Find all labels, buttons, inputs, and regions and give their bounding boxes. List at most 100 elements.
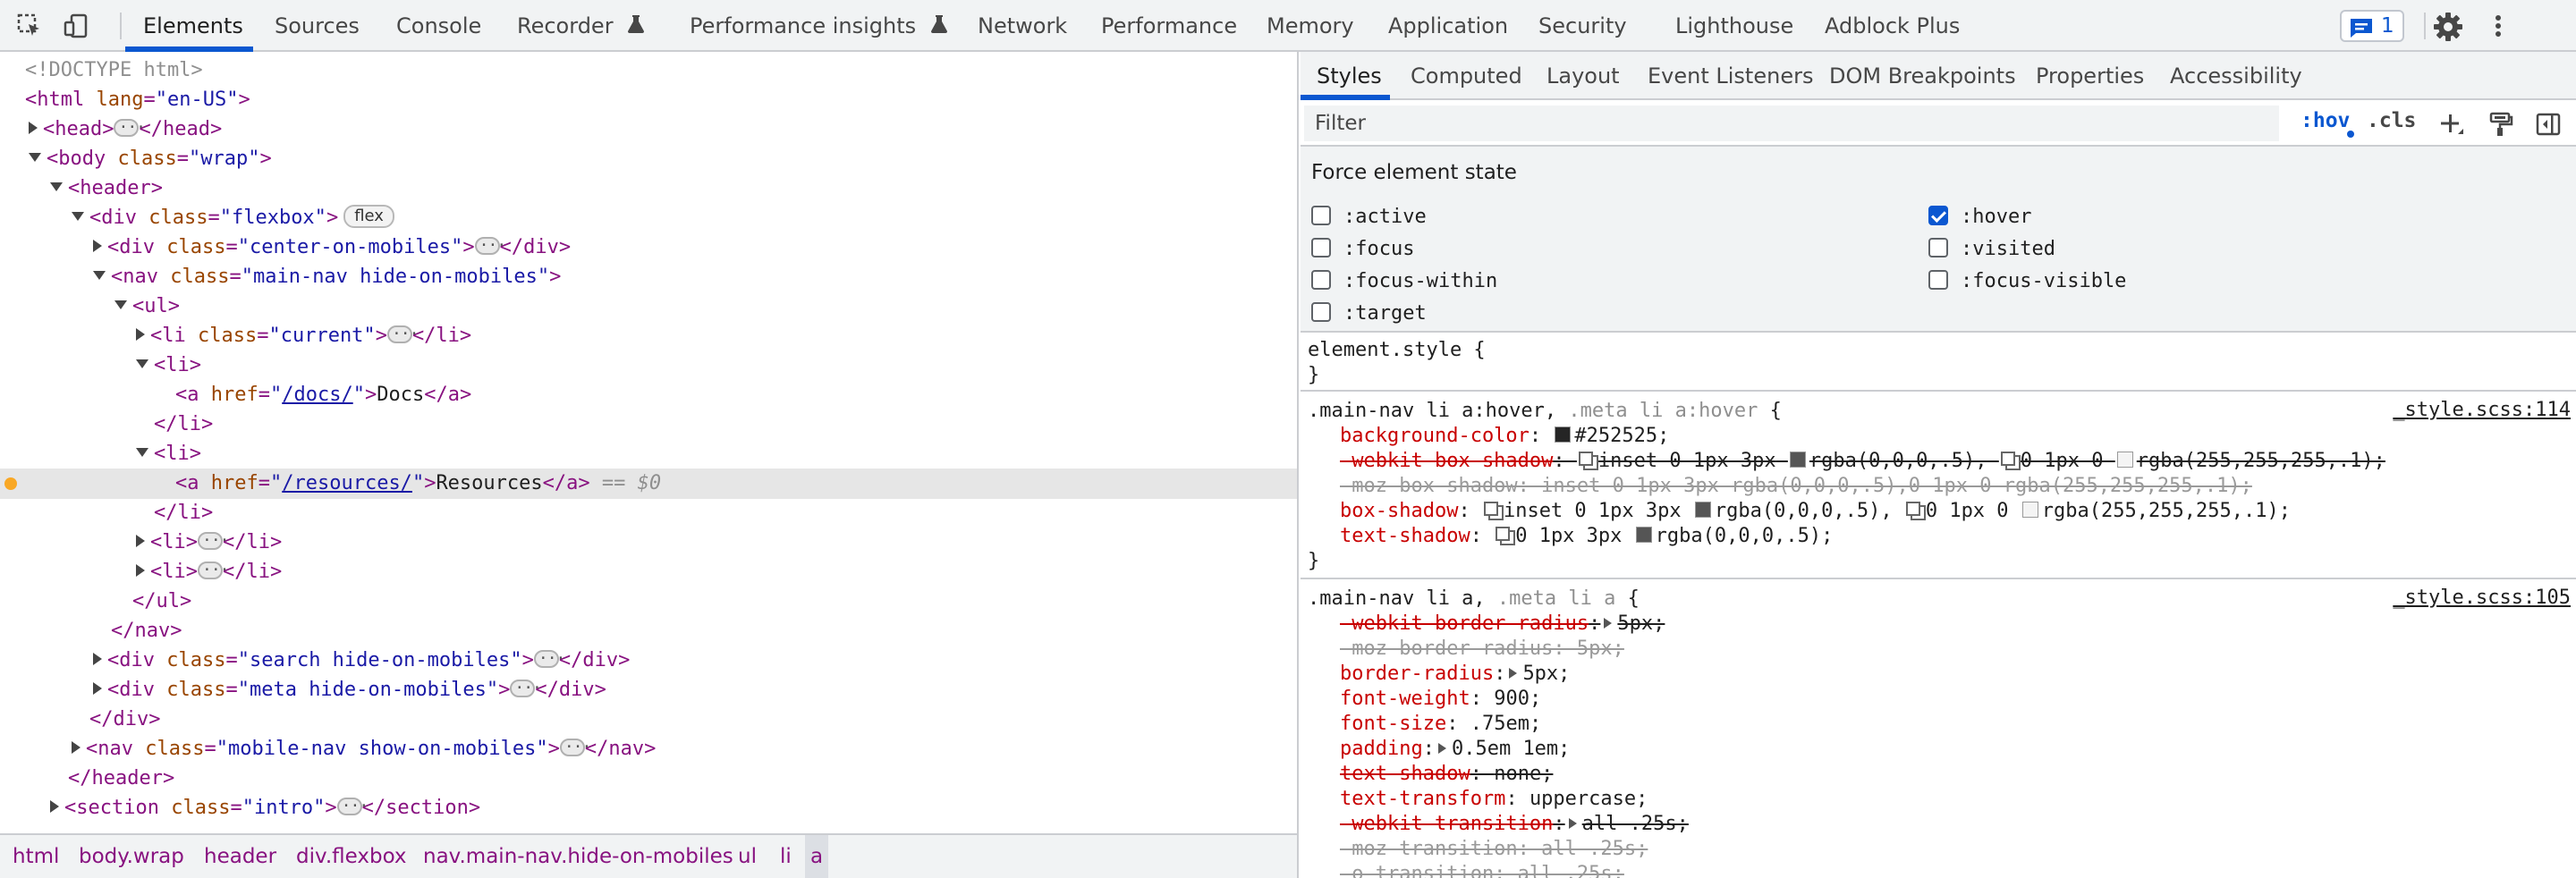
dom-node-header[interactable]: <header> — [0, 173, 1297, 204]
collapse-triangle-icon[interactable] — [114, 300, 127, 309]
ellipsis-icon[interactable] — [559, 732, 590, 763]
ellipsis-icon[interactable] — [510, 673, 541, 704]
dom-node-section-intro[interactable]: <section class="intro"></section> — [0, 791, 1297, 823]
dom-node-li[interactable]: <li> — [0, 439, 1297, 469]
paint-roller-icon[interactable] — [2487, 111, 2513, 138]
checkbox-target[interactable] — [1311, 302, 1331, 322]
declaration-font-weight[interactable]: font-weight: 900; — [1301, 687, 2576, 712]
tab-network[interactable]: Network — [978, 0, 1067, 52]
flex-badge[interactable]: flex — [343, 205, 394, 228]
declaration-text-transform[interactable]: text-transform: uppercase; — [1301, 787, 2576, 812]
expand-triangle-icon[interactable] — [29, 122, 38, 134]
state-active[interactable]: :active — [1311, 206, 1427, 228]
breadcrumb-body[interactable]: body.wrap — [79, 835, 184, 878]
dom-node-center-on-mobiles[interactable]: <div class="center-on-mobiles"></div> — [0, 231, 1297, 263]
color-swatch[interactable] — [1694, 502, 1711, 518]
cls-toggle-button[interactable]: .cls — [2367, 109, 2416, 132]
dom-node-header-close[interactable]: </header> — [0, 764, 1297, 794]
tab-performance[interactable]: Performance — [1101, 0, 1237, 52]
tab-accessibility[interactable]: Accessibility — [2170, 52, 2302, 100]
declaration-text-shadow[interactable]: text-shadow: 0 1px 3px rgba(0,0,0,.5); — [1301, 524, 2576, 549]
declaration-webkit-box-shadow[interactable]: -webkit-box-shadow: inset 0 1px 3px rgba… — [1301, 449, 2576, 474]
gear-icon[interactable] — [2433, 12, 2463, 42]
device-toolbar-icon[interactable] — [63, 13, 89, 39]
tab-computed[interactable]: Computed — [1411, 52, 1522, 100]
expand-triangle-icon[interactable] — [136, 564, 145, 577]
checkbox-active[interactable] — [1311, 206, 1331, 225]
dom-node-head[interactable]: <head> </head> — [0, 113, 1297, 145]
dom-node-nav-close[interactable]: </nav> — [0, 616, 1297, 646]
tab-dom-breakpoints[interactable]: DOM Breakpoints — [1829, 52, 2016, 100]
declaration-box-shadow[interactable]: box-shadow: inset 0 1px 3px rgba(0,0,0,.… — [1301, 499, 2576, 524]
state-target[interactable]: :target — [1311, 302, 1427, 325]
dom-node-li[interactable]: <li> </li> — [0, 555, 1297, 587]
tab-security[interactable]: Security — [1538, 0, 1627, 52]
breadcrumb-ul[interactable]: ul — [738, 835, 757, 878]
dom-node-li-current[interactable]: <li class="current"></li> — [0, 319, 1297, 351]
dom-node-main-nav[interactable]: <nav class="main-nav hide-on-mobiles"> — [0, 262, 1297, 292]
collapse-triangle-icon[interactable] — [136, 448, 148, 457]
toggle-sidebar-icon[interactable] — [2535, 111, 2562, 138]
tab-memory[interactable]: Memory — [1267, 0, 1354, 52]
breadcrumb-nav[interactable]: nav.main-nav.hide-on-mobiles — [423, 835, 733, 878]
expand-triangle-icon[interactable] — [136, 328, 145, 341]
state-visited[interactable]: :visited — [1928, 238, 2055, 260]
dom-tree[interactable]: <!DOCTYPE html> <html lang="en-US"> <hea… — [0, 52, 1299, 833]
breadcrumb-li[interactable]: li — [780, 835, 792, 878]
ellipsis-icon[interactable] — [197, 555, 228, 586]
expand-triangle-icon[interactable] — [93, 653, 102, 665]
dom-node-ul-close[interactable]: </ul> — [0, 587, 1297, 617]
expand-triangle-icon[interactable] — [136, 535, 145, 547]
tab-performance-insights[interactable]: Performance insights — [690, 0, 948, 52]
dom-node-search[interactable]: <div class="search hide-on-mobiles"></di… — [0, 644, 1297, 676]
breadcrumb-a[interactable]: a — [805, 835, 829, 878]
ellipsis-icon[interactable] — [386, 319, 418, 350]
state-focus-visible[interactable]: :focus-visible — [1928, 270, 2126, 292]
new-style-rule-icon[interactable] — [2438, 111, 2465, 138]
dom-node-li-close[interactable]: </li> — [0, 409, 1297, 440]
dom-node-body[interactable]: <body class="wrap"> — [0, 144, 1297, 174]
ellipsis-icon[interactable] — [114, 113, 145, 143]
more-vert-icon[interactable] — [2485, 13, 2512, 39]
inspect-element-icon[interactable] — [16, 13, 43, 39]
expand-triangle-icon[interactable] — [93, 682, 102, 695]
breadcrumb-html[interactable]: html — [13, 835, 59, 878]
source-link[interactable]: _style.scss:105 — [2393, 587, 2571, 609]
checkbox-focus[interactable] — [1311, 238, 1331, 257]
dom-node-a-resources-selected[interactable]: <a href="/resources/">Resources</a> == $… — [0, 469, 1297, 499]
state-focus-within[interactable]: :focus-within — [1311, 270, 1497, 292]
shadow-editor-icon[interactable] — [1905, 502, 1926, 520]
rule-element-style[interactable]: element.style { } — [1301, 333, 2576, 392]
checkbox-focus-within[interactable] — [1311, 270, 1331, 290]
declaration-padding[interactable]: padding: 0.5em 1em; — [1301, 737, 2576, 762]
shadow-editor-icon[interactable] — [1483, 502, 1504, 520]
ellipsis-icon[interactable] — [533, 644, 564, 674]
declaration-webkit-border-radius[interactable]: -webkit-border-radius: 5px; — [1301, 612, 2576, 637]
color-swatch[interactable] — [1789, 452, 1806, 468]
ellipsis-icon[interactable] — [336, 791, 368, 822]
shadow-editor-icon[interactable] — [2000, 452, 2021, 470]
color-swatch[interactable] — [2021, 502, 2038, 518]
expand-triangle-icon[interactable] — [1509, 667, 1518, 679]
collapse-triangle-icon[interactable] — [29, 153, 41, 162]
tab-sources[interactable]: Sources — [275, 0, 360, 52]
expand-triangle-icon[interactable] — [1568, 817, 1577, 829]
dom-node-div-close[interactable]: </div> — [0, 705, 1297, 735]
color-swatch[interactable] — [2116, 452, 2133, 468]
tab-styles[interactable]: Styles — [1317, 52, 1382, 100]
breadcrumb-header[interactable]: header — [204, 835, 276, 878]
rule-main-nav-a[interactable]: .main-nav li a, .meta li a { _style.scss… — [1301, 579, 2576, 878]
breadcrumb-div-flexbox[interactable]: div.flexbox — [296, 835, 407, 878]
declaration-font-size[interactable]: font-size: .75em; — [1301, 712, 2576, 737]
declaration-text-shadow-overridden[interactable]: text-shadow: none; — [1301, 762, 2576, 787]
expand-triangle-icon[interactable] — [93, 240, 102, 252]
dom-node-li[interactable]: <li> </li> — [0, 526, 1297, 558]
color-swatch[interactable] — [1555, 426, 1572, 443]
dom-node-li-close[interactable]: </li> — [0, 498, 1297, 528]
dom-node-li[interactable]: <li> — [0, 350, 1297, 381]
resources-link[interactable]: /resources/ — [282, 472, 412, 494]
declaration-moz-box-shadow[interactable]: -moz-box-shadow: inset 0 1px 3px rgba(0,… — [1301, 474, 2576, 499]
docs-link[interactable]: /docs/ — [282, 384, 352, 406]
source-link[interactable]: _style.scss:114 — [2393, 399, 2571, 421]
issues-button[interactable]: 1 — [2340, 10, 2404, 42]
